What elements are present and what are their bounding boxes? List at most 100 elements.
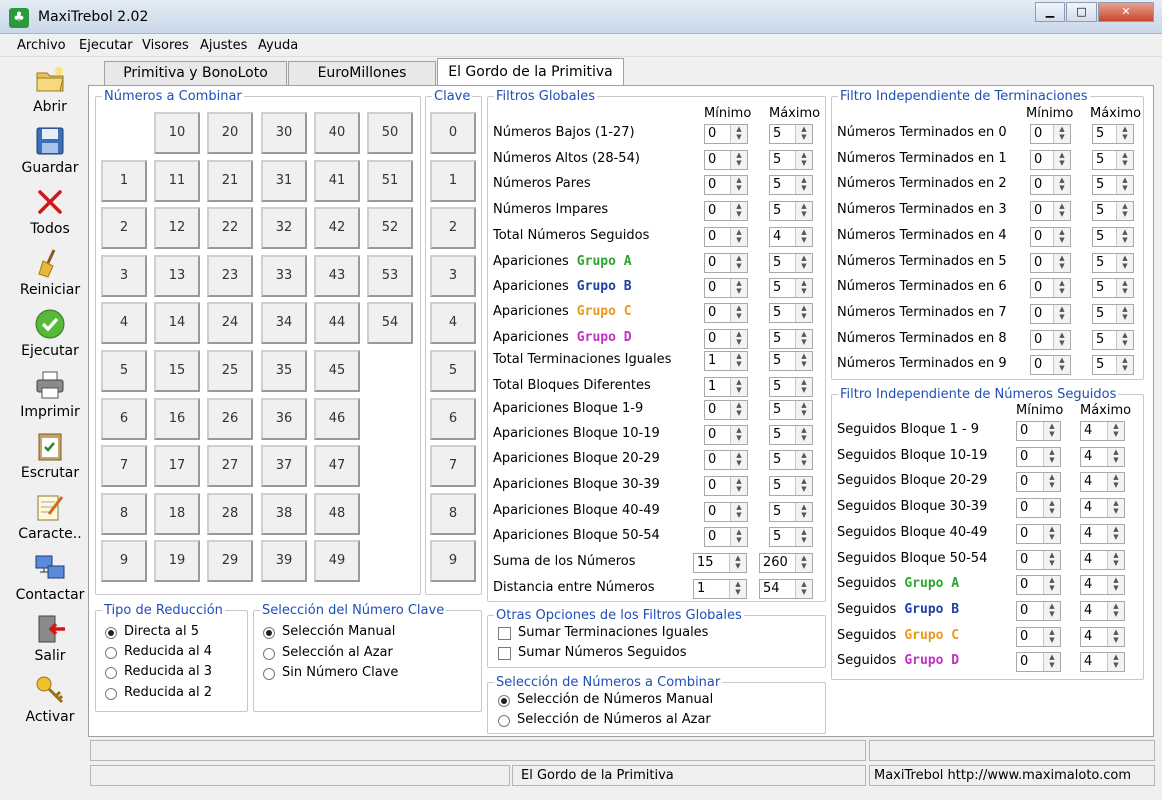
filtros-row-15-max-value[interactable]: 5 xyxy=(773,504,781,519)
menu-ayuda[interactable]: Ayuda xyxy=(258,38,298,53)
seleccion-clave-radio-1[interactable] xyxy=(263,647,275,660)
filtros-row-15-min[interactable]: 0 ▲ ▼ xyxy=(704,502,748,522)
seguidos-row-3-min-arrows[interactable]: ▲ ▼ xyxy=(1043,499,1060,518)
clave-button-9[interactable]: 9 xyxy=(430,540,476,583)
terminaciones-row-6-min[interactable]: 0 ▲ ▼ xyxy=(1030,278,1071,299)
seguidos-row-8-max-arrows[interactable]: ▲ ▼ xyxy=(1107,627,1124,646)
imprimir-button[interactable]: Imprimir xyxy=(8,365,92,425)
seleccion-numeros-option-0[interactable]: Selección de Números Manual xyxy=(517,692,713,707)
filtros-row-14-min-value[interactable]: 0 xyxy=(708,478,716,493)
terminaciones-row-8-min-arrows[interactable]: ▲ ▼ xyxy=(1053,330,1070,349)
number-button-31[interactable]: 31 xyxy=(261,159,307,202)
filtros-row-11-min[interactable]: 0 ▲ ▼ xyxy=(704,400,748,420)
seguidos-row-4-max[interactable]: 4 ▲ ▼ xyxy=(1080,523,1125,544)
seguidos-row-0-min[interactable]: 0 ▲ ▼ xyxy=(1016,421,1061,441)
menu-ejecutar[interactable]: Ejecutar xyxy=(79,38,133,53)
number-button-22[interactable]: 22 xyxy=(207,207,253,250)
filtros-row-8-min-arrows[interactable]: ▲ ▼ xyxy=(730,330,747,348)
terminaciones-row-6-min-value[interactable]: 0 xyxy=(1034,280,1042,295)
seguidos-row-9-max-arrows[interactable]: ▲ ▼ xyxy=(1107,653,1124,672)
filtros-row-0-max[interactable]: 5 ▲ ▼ xyxy=(769,124,813,144)
close-button[interactable]: ✕ xyxy=(1098,2,1154,22)
seguidos-row-9-min[interactable]: 0 ▲ ▼ xyxy=(1016,652,1061,673)
number-button-12[interactable]: 12 xyxy=(154,207,200,250)
filtros-row-2-min-value[interactable]: 0 xyxy=(708,177,716,192)
filtros-row-5-max-value[interactable]: 5 xyxy=(773,255,781,270)
menu-archivo[interactable]: Archivo xyxy=(17,38,66,53)
terminaciones-row-0-max-arrows[interactable]: ▲ ▼ xyxy=(1116,125,1133,143)
filtros-row-2-max[interactable]: 5 ▲ ▼ xyxy=(769,175,813,195)
salir-button[interactable]: Salir xyxy=(8,609,92,669)
otras-option-1[interactable]: Sumar Números Seguidos xyxy=(518,645,686,660)
seguidos-row-6-max-arrows[interactable]: ▲ ▼ xyxy=(1107,576,1124,595)
filtros-row-18-max-value[interactable]: 54 xyxy=(763,581,780,596)
tipo-reduccion-radio-0[interactable] xyxy=(105,627,117,639)
terminaciones-row-1-max-arrows[interactable]: ▲ ▼ xyxy=(1116,150,1133,169)
seguidos-row-0-max-value[interactable]: 4 xyxy=(1084,423,1092,438)
seguidos-row-3-max-value[interactable]: 4 xyxy=(1084,500,1092,515)
filtros-row-7-max-value[interactable]: 5 xyxy=(773,305,781,320)
seleccion-numeros-option-1[interactable]: Selección de Números al Azar xyxy=(517,712,711,727)
filtros-row-9-max-arrows[interactable]: ▲ ▼ xyxy=(795,352,812,370)
filtros-row-6-max[interactable]: 5 ▲ ▼ xyxy=(769,278,813,298)
filtros-row-4-max-arrows[interactable]: ▲ ▼ xyxy=(795,228,812,246)
filtros-row-6-max-value[interactable]: 5 xyxy=(773,280,781,295)
seguidos-row-5-max-value[interactable]: 4 xyxy=(1084,552,1092,567)
terminaciones-row-0-min-value[interactable]: 0 xyxy=(1034,126,1042,141)
filtros-row-0-max-value[interactable]: 5 xyxy=(773,126,781,141)
filtros-row-12-min-value[interactable]: 0 xyxy=(708,427,716,442)
filtros-row-5-min-arrows[interactable]: ▲ ▼ xyxy=(730,254,747,272)
terminaciones-row-4-max-value[interactable]: 5 xyxy=(1096,229,1104,244)
number-button-1[interactable]: 1 xyxy=(101,159,147,202)
number-button-21[interactable]: 21 xyxy=(207,159,253,202)
filtros-row-7-max-arrows[interactable]: ▲ ▼ xyxy=(795,304,812,322)
filtros-row-6-min[interactable]: 0 ▲ ▼ xyxy=(704,278,748,298)
seleccion-clave-option-0[interactable]: Selección Manual xyxy=(282,624,395,639)
number-button-24[interactable]: 24 xyxy=(207,302,253,345)
seguidos-row-5-min-value[interactable]: 0 xyxy=(1020,552,1028,567)
filtros-row-1-max[interactable]: 5 ▲ ▼ xyxy=(769,150,813,170)
contactar-button[interactable]: Contactar xyxy=(8,548,92,608)
filtros-row-5-max[interactable]: 5 ▲ ▼ xyxy=(769,253,813,273)
number-button-2[interactable]: 2 xyxy=(101,207,147,250)
number-button-20[interactable]: 20 xyxy=(207,112,253,154)
filtros-row-2-min[interactable]: 0 ▲ ▼ xyxy=(704,175,748,195)
seguidos-row-5-max[interactable]: 4 ▲ ▼ xyxy=(1080,549,1125,570)
seguidos-row-4-max-arrows[interactable]: ▲ ▼ xyxy=(1107,524,1124,543)
filtros-row-12-max[interactable]: 5 ▲ ▼ xyxy=(769,425,813,445)
terminaciones-row-8-min-value[interactable]: 0 xyxy=(1034,332,1042,347)
terminaciones-row-1-min[interactable]: 0 ▲ ▼ xyxy=(1030,149,1071,170)
number-button-32[interactable]: 32 xyxy=(261,207,307,250)
filtros-row-18-min-arrows[interactable]: ▲ ▼ xyxy=(729,580,746,598)
number-button-39[interactable]: 39 xyxy=(261,540,307,583)
terminaciones-row-0-max-value[interactable]: 5 xyxy=(1096,126,1104,141)
menu-ajustes[interactable]: Ajustes xyxy=(200,38,247,53)
filtros-row-12-max-value[interactable]: 5 xyxy=(773,427,781,442)
number-button-54[interactable]: 54 xyxy=(367,302,413,345)
clave-button-7[interactable]: 7 xyxy=(430,445,476,488)
terminaciones-row-4-max-arrows[interactable]: ▲ ▼ xyxy=(1116,227,1133,246)
terminaciones-row-9-max-arrows[interactable]: ▲ ▼ xyxy=(1116,356,1133,375)
terminaciones-row-7-min-arrows[interactable]: ▲ ▼ xyxy=(1053,304,1070,323)
filtros-row-15-max[interactable]: 5 ▲ ▼ xyxy=(769,502,813,522)
filtros-row-5-min[interactable]: 0 ▲ ▼ xyxy=(704,253,748,273)
filtros-row-18-min[interactable]: 1 ▲ ▼ xyxy=(693,579,747,599)
filtros-row-10-max-value[interactable]: 5 xyxy=(773,379,781,394)
tipo-reduccion-radio-3[interactable] xyxy=(105,687,117,700)
terminaciones-row-6-max[interactable]: 5 ▲ ▼ xyxy=(1092,278,1134,299)
terminaciones-row-2-max-value[interactable]: 5 xyxy=(1096,177,1104,192)
filtros-row-3-min-arrows[interactable]: ▲ ▼ xyxy=(730,202,747,220)
filtros-row-13-min[interactable]: 0 ▲ ▼ xyxy=(704,450,748,470)
filtros-row-13-max-arrows[interactable]: ▲ ▼ xyxy=(795,451,812,469)
filtros-row-9-max-value[interactable]: 5 xyxy=(773,353,781,368)
escrutar-button[interactable]: Escrutar xyxy=(8,426,92,486)
terminaciones-row-4-min-value[interactable]: 0 xyxy=(1034,229,1042,244)
filtros-row-8-min[interactable]: 0 ▲ ▼ xyxy=(704,329,748,349)
number-button-53[interactable]: 53 xyxy=(367,254,413,297)
clave-button-0[interactable]: 0 xyxy=(430,112,476,154)
seguidos-row-9-max-value[interactable]: 4 xyxy=(1084,654,1092,669)
number-button-49[interactable]: 49 xyxy=(314,540,360,583)
seguidos-row-8-max-value[interactable]: 4 xyxy=(1084,629,1092,644)
otras-option-0[interactable]: Sumar Terminaciones Iguales xyxy=(518,625,708,640)
tipo-reduccion-option-3[interactable]: Reducida al 2 xyxy=(124,685,212,700)
